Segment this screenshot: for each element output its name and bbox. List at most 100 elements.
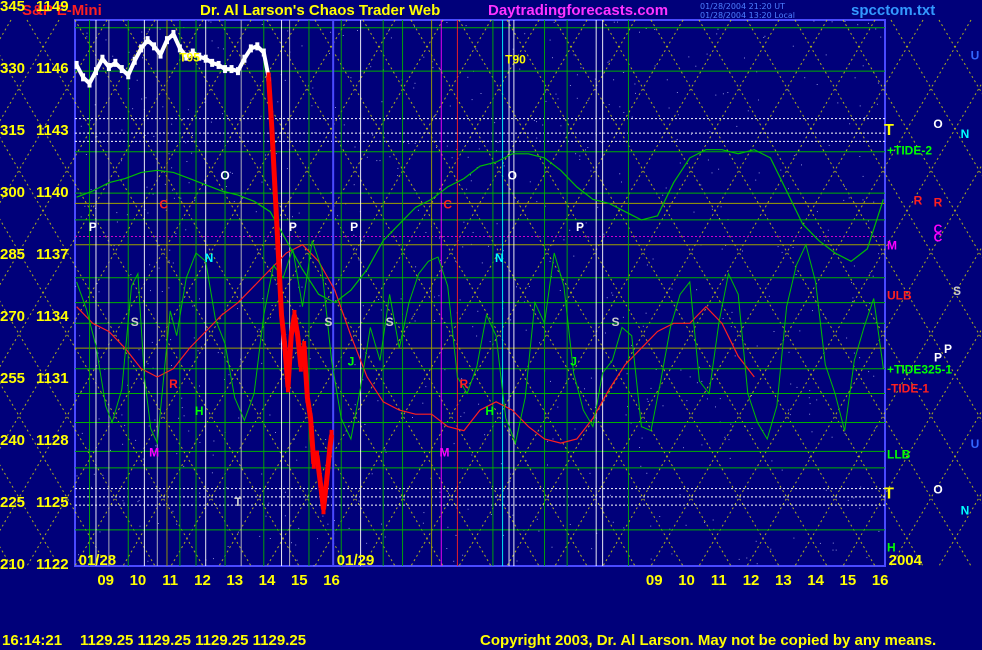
star-speck	[176, 523, 178, 525]
star-speck	[730, 423, 732, 425]
star-speck	[385, 451, 387, 453]
star-speck	[433, 320, 435, 321]
star-speck	[683, 447, 684, 449]
star-speck	[342, 35, 344, 36]
star-speck	[121, 129, 123, 131]
star-speck	[148, 425, 150, 427]
star-speck	[414, 142, 416, 144]
star-speck	[132, 108, 134, 110]
star-speck	[142, 57, 144, 59]
star-speck	[828, 144, 830, 146]
star-speck	[873, 201, 875, 203]
star-speck	[313, 565, 315, 567]
price-bar	[302, 341, 307, 351]
star-speck	[640, 465, 642, 467]
star-speck	[175, 233, 177, 235]
star-speck	[150, 290, 151, 292]
y-tick-right: 1146	[36, 60, 69, 77]
star-speck	[183, 415, 185, 417]
star-speck	[792, 45, 794, 47]
star-speck	[435, 114, 437, 116]
star-speck	[466, 188, 468, 190]
star-speck	[730, 326, 732, 328]
star-speck	[631, 116, 633, 118]
gann-line-up	[0, 136, 252, 567]
star-speck	[237, 308, 239, 310]
date-label: 01/28	[79, 552, 117, 569]
star-speck	[86, 36, 88, 38]
star-speck	[268, 502, 270, 504]
star-speck	[549, 39, 551, 41]
star-speck	[709, 131, 711, 133]
planet-label: R	[460, 377, 469, 391]
star-speck	[696, 289, 698, 291]
star-speck	[317, 538, 318, 540]
star-speck	[98, 418, 100, 420]
star-speck	[433, 116, 435, 118]
star-speck	[144, 134, 146, 136]
star-speck	[478, 148, 480, 150]
price-bar	[145, 36, 150, 45]
star-speck	[832, 549, 834, 551]
star-speck	[301, 45, 303, 47]
star-speck	[569, 85, 571, 86]
x-tick-label: 10	[130, 572, 147, 589]
y-tick-right: 1137	[36, 246, 69, 263]
edge-planet-label: O	[933, 483, 942, 497]
planet-label: M	[149, 445, 159, 459]
star-speck	[494, 122, 496, 124]
star-speck	[549, 260, 551, 262]
star-speck	[873, 375, 875, 377]
star-speck	[353, 184, 355, 186]
star-speck	[715, 406, 716, 408]
star-speck	[579, 159, 581, 160]
star-speck	[138, 349, 140, 351]
star-speck	[400, 298, 402, 300]
star-speck	[844, 21, 846, 22]
star-speck	[744, 57, 745, 59]
star-speck	[555, 93, 557, 95]
star-speck	[731, 311, 733, 313]
star-speck	[634, 83, 636, 85]
star-speck	[329, 53, 330, 54]
star-speck	[605, 332, 606, 334]
planet-label: S	[324, 315, 332, 329]
star-speck	[322, 515, 324, 517]
price-bar	[321, 504, 326, 515]
star-speck	[325, 439, 327, 440]
star-speck	[853, 352, 855, 354]
star-speck	[459, 299, 461, 301]
star-speck	[859, 105, 861, 107]
star-speck	[864, 117, 866, 118]
star-speck	[229, 171, 231, 173]
star-speck	[686, 400, 688, 402]
star-speck	[792, 247, 794, 248]
star-speck	[591, 548, 593, 550]
star-speck	[212, 454, 214, 456]
star-speck	[831, 436, 833, 438]
price-bar	[93, 67, 98, 76]
star-speck	[676, 92, 678, 93]
planet-label: R	[169, 377, 178, 391]
star-speck	[170, 339, 172, 341]
gann-line-up	[0, 54, 300, 567]
star-speck	[722, 318, 724, 319]
price-bar	[235, 67, 240, 76]
planet-label: P	[289, 220, 297, 234]
clock-time: 16:14:21	[2, 632, 63, 649]
star-speck	[580, 67, 582, 69]
gann-line-up	[0, 546, 12, 567]
right-glyph-label: T	[884, 122, 894, 139]
star-speck	[277, 101, 279, 103]
star-speck	[75, 286, 77, 287]
star-speck	[707, 159, 709, 161]
star-speck	[96, 136, 98, 138]
star-speck	[788, 188, 789, 190]
star-speck	[816, 399, 818, 401]
star-speck	[825, 489, 827, 491]
star-speck	[801, 164, 802, 166]
star-speck	[188, 430, 190, 432]
star-speck	[742, 250, 743, 252]
planet-label: J	[570, 354, 577, 368]
star-speck	[199, 298, 200, 300]
